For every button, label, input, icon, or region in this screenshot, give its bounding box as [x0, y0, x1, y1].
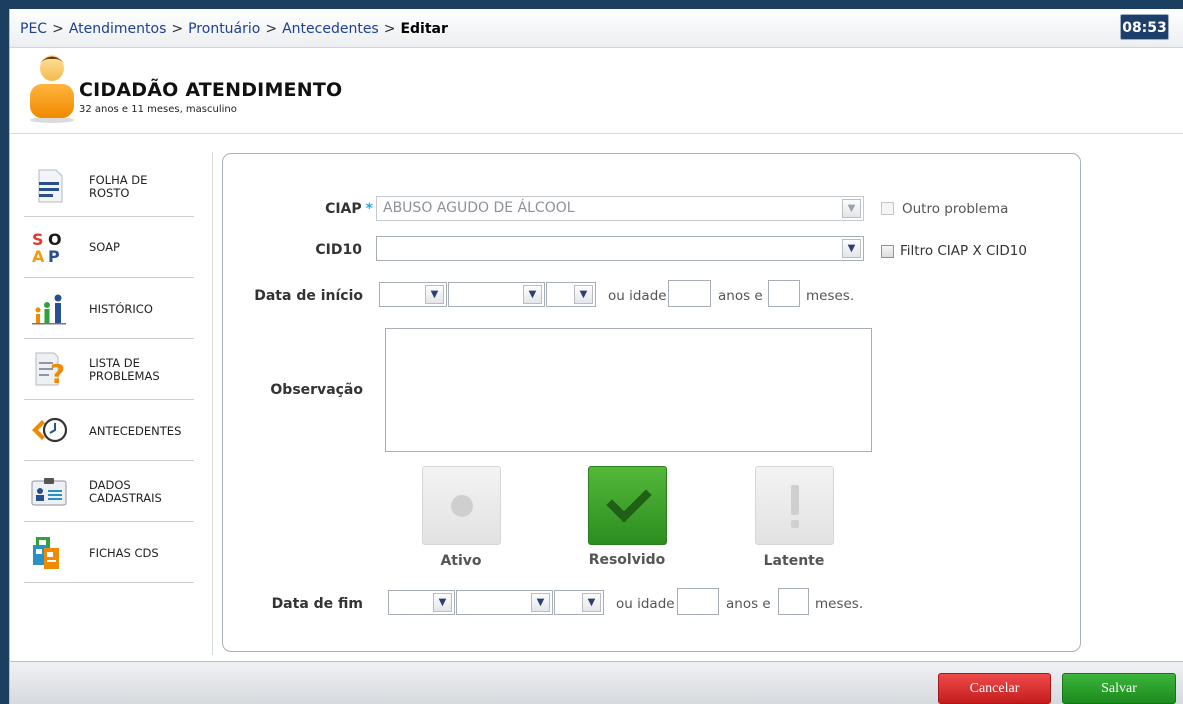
- breadcrumb-separator: >: [383, 21, 396, 37]
- status-ativo-label: Ativo: [440, 553, 482, 569]
- chevron-down-icon: ▼: [523, 285, 542, 304]
- sidebar-item-dados-cadastrais[interactable]: DADOS CADASTRAIS: [24, 461, 194, 522]
- breadcrumb-separator: >: [265, 21, 278, 37]
- chevron-down-icon: ▼: [574, 285, 593, 304]
- status-resolvido-label: Resolvido: [588, 552, 666, 568]
- data-inicio-ano-select[interactable]: ▼: [546, 282, 596, 307]
- circle-icon: [451, 495, 473, 517]
- checkmark-icon: [606, 489, 652, 523]
- history-people-icon: [32, 294, 66, 325]
- chevron-down-icon: ▼: [425, 285, 444, 304]
- save-button[interactable]: Salvar: [1062, 673, 1176, 704]
- status-resolvido-button[interactable]: [588, 466, 667, 545]
- anos-e-label: anos e: [718, 288, 763, 304]
- person-avatar-icon: [30, 55, 74, 123]
- top-bar: PEC > Atendimentos > Prontuário > Antecedentes…: [10, 9, 1183, 48]
- meses-label: meses.: [806, 288, 855, 304]
- app-window: PEC > Atendimentos > Prontuário > Antecedentes…: [9, 9, 1183, 704]
- breadcrumb-atendimentos[interactable]: Atendimentos: [69, 21, 167, 37]
- svg-text:?: ?: [50, 360, 65, 387]
- filtro-ciap-cid10-checkbox[interactable]: [881, 245, 894, 258]
- sidebar-label-folha: FOLHA DE ROSTO: [89, 173, 148, 200]
- sidebar-label-fichas: FICHAS CDS: [89, 546, 159, 560]
- data-fim-ano-select[interactable]: ▼: [554, 590, 604, 615]
- outro-problema-checkbox[interactable]: [881, 202, 894, 215]
- idade-fim-meses-input[interactable]: [778, 588, 809, 615]
- sidebar-item-fichas-cds[interactable]: FICHAS CDS: [24, 522, 194, 583]
- cancel-button[interactable]: Cancelar: [938, 673, 1051, 704]
- status-latente-button[interactable]: [755, 466, 834, 545]
- ou-idade-label: ou idade: [616, 596, 675, 612]
- sidebar-item-historico[interactable]: HISTÓRICO: [24, 278, 194, 339]
- problem-list-icon: ?: [35, 352, 65, 387]
- outro-problema-label: Outro problema: [902, 201, 1009, 217]
- chevron-down-icon: ▼: [531, 593, 550, 612]
- breadcrumb-pec[interactable]: PEC: [20, 21, 47, 37]
- chevron-down-icon: ▼: [433, 593, 452, 612]
- cid10-label: CID10: [315, 242, 362, 258]
- status-ativo-button[interactable]: [422, 466, 501, 545]
- footer-bar: Cancelar Salvar: [10, 661, 1183, 704]
- sidebar-divider: [212, 152, 213, 655]
- breadcrumb-antecedentes[interactable]: Antecedentes: [282, 21, 379, 37]
- antecedente-form: CIAP * ABUSO AGUDO DE ÁLCOOL ▼ Outro prob…: [222, 153, 1081, 652]
- forms-icon: [33, 537, 59, 569]
- sidebar-item-lista-de-problemas[interactable]: ? LISTA DE PROBLEMAS: [24, 339, 194, 400]
- ou-idade-label: ou idade: [608, 288, 667, 304]
- svg-text:P: P: [48, 247, 60, 265]
- data-fim-dia-select[interactable]: ▼: [388, 590, 455, 615]
- document-icon: [38, 169, 63, 203]
- ciap-value: ABUSO AGUDO DE ÁLCOOL: [383, 200, 575, 216]
- sidebar-item-folha-de-rosto[interactable]: FOLHA DE ROSTO: [24, 156, 194, 217]
- chevron-down-icon: ▼: [842, 199, 861, 218]
- patient-name: CIDADÃO ATENDIMENTO: [79, 79, 343, 101]
- sidebar-label-antecedentes: ANTECEDENTES: [89, 424, 182, 438]
- breadcrumb: PEC > Atendimentos > Prontuário > Antecedentes…: [20, 21, 448, 37]
- patient-info: 32 anos e 11 meses, masculino: [79, 104, 237, 115]
- data-fim-label: Data de fim: [271, 596, 363, 612]
- data-fim-mes-select[interactable]: ▼: [456, 590, 553, 615]
- data-inicio-mes-select[interactable]: ▼: [448, 282, 545, 307]
- clock-back-icon: [32, 417, 68, 443]
- chevron-down-icon: ▼: [582, 593, 601, 612]
- meses-label: meses.: [815, 596, 864, 612]
- data-inicio-dia-select[interactable]: ▼: [379, 282, 447, 307]
- breadcrumb-separator: >: [52, 21, 64, 37]
- sidebar-label-lista: LISTA DE PROBLEMAS: [89, 356, 160, 383]
- breadcrumb-current: Editar: [400, 21, 448, 37]
- status-latente-label: Latente: [763, 553, 825, 569]
- sidebar-item-soap[interactable]: S O A P SOAP: [24, 217, 194, 278]
- sidebar-item-antecedentes[interactable]: ANTECEDENTES: [24, 400, 194, 461]
- breadcrumb-prontuario[interactable]: Prontuário: [188, 21, 260, 37]
- ciap-select[interactable]: ABUSO AGUDO DE ÁLCOOL ▼: [376, 196, 864, 221]
- patient-header: CIDADÃO ATENDIMENTO 32 anos e 11 meses, …: [10, 49, 1183, 134]
- observacao-textarea[interactable]: [385, 328, 872, 452]
- svg-text:A: A: [32, 247, 45, 265]
- idade-inicio-meses-input[interactable]: [768, 280, 800, 307]
- data-inicio-label: Data de início: [254, 288, 363, 304]
- filtro-ciap-cid10-label: Filtro CIAP X CID10: [900, 243, 1027, 259]
- exclamation-icon: [791, 485, 799, 528]
- breadcrumb-separator: >: [171, 21, 184, 37]
- idade-fim-anos-input[interactable]: [677, 588, 719, 615]
- idade-inicio-anos-input[interactable]: [668, 280, 711, 307]
- sidebar: FOLHA DE ROSTO S O A P SOAP HISTÓRICO ? …: [24, 156, 194, 583]
- cid10-select[interactable]: ▼: [376, 236, 864, 261]
- soap-icon: S O A P: [32, 230, 62, 265]
- observacao-label: Observação: [270, 382, 363, 398]
- clock: 08:53: [1120, 14, 1169, 40]
- sidebar-label-dados: DADOS CADASTRAIS: [89, 478, 162, 505]
- chevron-down-icon: ▼: [842, 239, 861, 258]
- id-card-icon: [31, 478, 67, 506]
- sidebar-label-historico: HISTÓRICO: [89, 302, 153, 316]
- required-asterisk: *: [365, 201, 373, 217]
- anos-e-label: anos e: [726, 596, 771, 612]
- ciap-label: CIAP *: [325, 201, 373, 217]
- sidebar-label-soap: SOAP: [89, 240, 120, 254]
